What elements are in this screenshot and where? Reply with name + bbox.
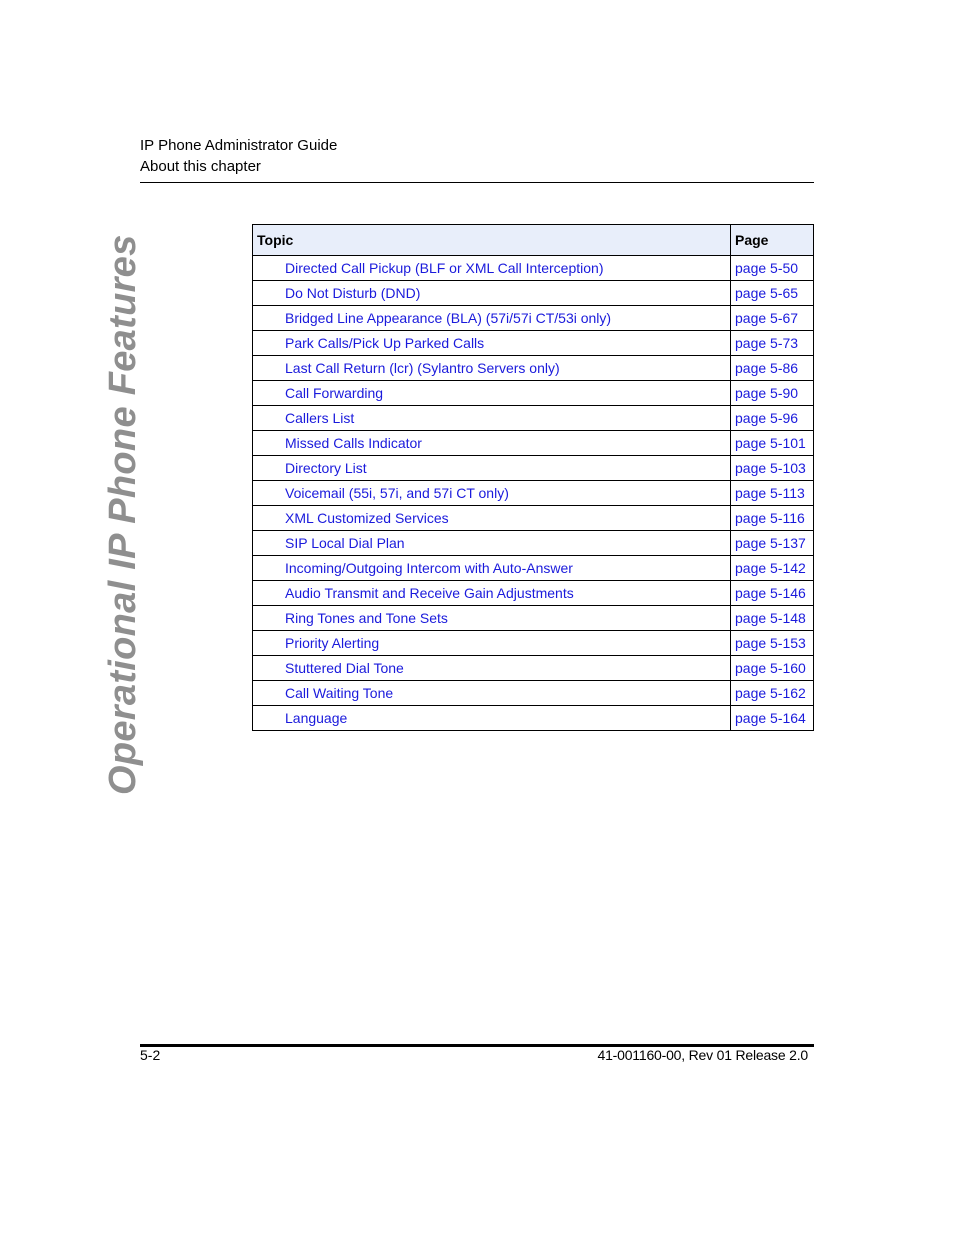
table-row: Last Call Return (lcr) (Sylantro Servers… (252, 355, 814, 381)
page-link[interactable]: page 5-50 (730, 255, 814, 281)
topic-link[interactable]: Audio Transmit and Receive Gain Adjustme… (252, 580, 731, 606)
page-link[interactable]: page 5-148 (730, 605, 814, 631)
table-row: Callers List page 5-96 (252, 405, 814, 431)
topic-link[interactable]: SIP Local Dial Plan (252, 530, 731, 556)
topic-link[interactable]: Bridged Line Appearance (BLA) (57i/57i C… (252, 305, 731, 331)
page-link[interactable]: page 5-65 (730, 280, 814, 306)
page-number: 5-2 (140, 1047, 161, 1063)
page-link[interactable]: page 5-101 (730, 430, 814, 456)
topic-link[interactable]: Call Waiting Tone (252, 680, 731, 706)
page-link[interactable]: page 5-153 (730, 630, 814, 656)
table-row: Call Waiting Tone page 5-162 (252, 680, 814, 706)
page-link[interactable]: page 5-73 (730, 330, 814, 356)
table-row: XML Customized Services page 5-116 (252, 505, 814, 531)
page-link[interactable]: page 5-142 (730, 555, 814, 581)
column-header-topic: Topic (252, 224, 731, 256)
running-header: IP Phone Administrator Guide About this … (140, 135, 337, 177)
table-row: Priority Alerting page 5-153 (252, 630, 814, 656)
page-link[interactable]: page 5-103 (730, 455, 814, 481)
topic-link[interactable]: Stuttered Dial Tone (252, 655, 731, 681)
page-link[interactable]: page 5-160 (730, 655, 814, 681)
topic-link[interactable]: Do Not Disturb (DND) (252, 280, 731, 306)
page-link[interactable]: page 5-113 (730, 480, 814, 506)
table-row: SIP Local Dial Plan page 5-137 (252, 530, 814, 556)
topic-link[interactable]: Directed Call Pickup (BLF or XML Call In… (252, 255, 731, 281)
table-row: Ring Tones and Tone Sets page 5-148 (252, 605, 814, 631)
page-link[interactable]: page 5-67 (730, 305, 814, 331)
topic-link[interactable]: Park Calls/Pick Up Parked Calls (252, 330, 731, 356)
section-title: About this chapter (140, 158, 261, 175)
topic-link[interactable]: Ring Tones and Tone Sets (252, 605, 731, 631)
table-row: Voicemail (55i, 57i, and 57i CT only) pag… (252, 480, 814, 506)
page-link[interactable]: page 5-90 (730, 380, 814, 406)
page-link[interactable]: page 5-162 (730, 680, 814, 706)
topic-link[interactable]: Callers List (252, 405, 731, 431)
page-link[interactable]: page 5-164 (730, 705, 814, 731)
table-row: Park Calls/Pick Up Parked Calls page 5-73 (252, 330, 814, 356)
page-link[interactable]: page 5-116 (730, 505, 814, 531)
column-header-page: Page (730, 224, 814, 256)
table-row: Audio Transmit and Receive Gain Adjustme… (252, 580, 814, 606)
table-row: Missed Calls Indicator page 5-101 (252, 430, 814, 456)
page-link[interactable]: page 5-86 (730, 355, 814, 381)
topic-table: Topic Page Directed Call Pickup (BLF or … (252, 224, 814, 731)
document-id: 41-001160-00, Rev 01 Release 2.0 (597, 1047, 809, 1063)
table-row: Incoming/Outgoing Intercom with Auto-Ans… (252, 555, 814, 581)
table-row: Bridged Line Appearance (BLA) (57i/57i C… (252, 305, 814, 331)
topic-link[interactable]: Language (252, 705, 731, 731)
page-link[interactable]: page 5-96 (730, 405, 814, 431)
topic-link[interactable]: Voicemail (55i, 57i, and 57i CT only) (252, 480, 731, 506)
table-header-row: Topic Page (252, 224, 814, 256)
guide-title: IP Phone Administrator Guide (140, 137, 338, 154)
header-divider (140, 182, 814, 183)
topic-link[interactable]: Call Forwarding (252, 380, 731, 406)
table-row: Language page 5-164 (252, 705, 814, 731)
page-link[interactable]: page 5-146 (730, 580, 814, 606)
topic-link[interactable]: Last Call Return (lcr) (Sylantro Servers… (252, 355, 731, 381)
table-row: Directed Call Pickup (BLF or XML Call In… (252, 255, 814, 281)
table-row: Stuttered Dial Tone page 5-160 (252, 655, 814, 681)
topic-link[interactable]: Missed Calls Indicator (252, 430, 731, 456)
topic-link[interactable]: XML Customized Services (252, 505, 731, 531)
topic-link[interactable]: Priority Alerting (252, 630, 731, 656)
table-row: Do Not Disturb (DND) page 5-65 (252, 280, 814, 306)
chapter-side-title: Operational IP Phone Features (102, 234, 144, 795)
topic-link[interactable]: Incoming/Outgoing Intercom with Auto-Ans… (252, 555, 731, 581)
table-body: Directed Call Pickup (BLF or XML Call In… (252, 255, 814, 731)
page-link[interactable]: page 5-137 (730, 530, 814, 556)
table-row: Call Forwarding page 5-90 (252, 380, 814, 406)
topic-link[interactable]: Directory List (252, 455, 731, 481)
table-row: Directory List page 5-103 (252, 455, 814, 481)
